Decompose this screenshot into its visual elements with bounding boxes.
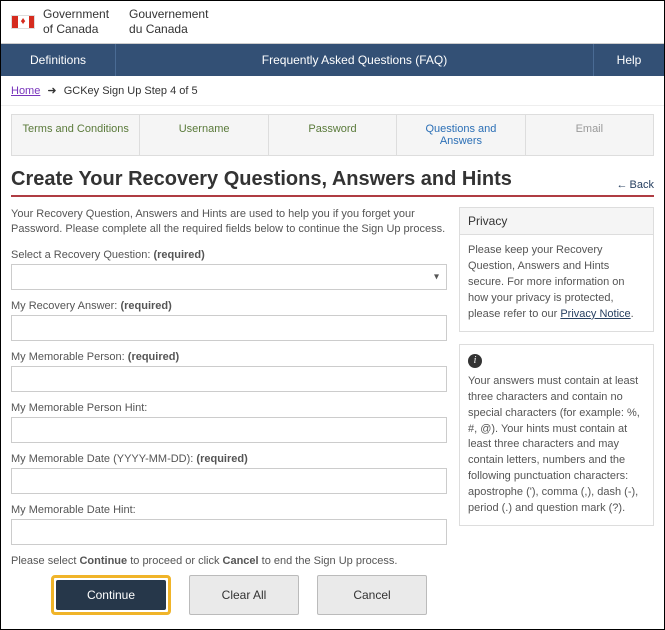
page-title: Create Your Recovery Questions, Answers … bbox=[11, 168, 512, 191]
cancel-button[interactable]: Cancel bbox=[317, 575, 427, 615]
continue-button[interactable]: Continue bbox=[56, 580, 166, 610]
breadcrumb-current: GCKey Sign Up Step 4 of 5 bbox=[64, 85, 198, 97]
label-person-hint: My Memorable Person Hint: bbox=[11, 402, 447, 414]
step-questions[interactable]: Questions and Answers bbox=[397, 114, 525, 156]
label-recovery-question: Select a Recovery Question: (required) bbox=[11, 249, 447, 261]
step-password[interactable]: Password bbox=[269, 114, 397, 156]
button-instructions: Please select Continue to proceed or cli… bbox=[11, 555, 447, 567]
main-nav: Definitions Frequently Asked Questions (… bbox=[1, 44, 664, 76]
back-arrow-icon: ← bbox=[617, 179, 628, 191]
recovery-answer-input[interactable] bbox=[11, 315, 447, 341]
nav-definitions[interactable]: Definitions bbox=[1, 44, 116, 76]
privacy-panel: Privacy Please keep your Recovery Questi… bbox=[459, 207, 654, 332]
label-memorable-date: My Memorable Date (YYYY-MM-DD): (require… bbox=[11, 453, 447, 465]
step-terms[interactable]: Terms and Conditions bbox=[11, 114, 140, 156]
memorable-date-hint-input[interactable] bbox=[11, 519, 447, 545]
intro-text: Your Recovery Question, Answers and Hint… bbox=[11, 207, 447, 237]
memorable-person-hint-input[interactable] bbox=[11, 417, 447, 443]
memorable-date-input[interactable] bbox=[11, 468, 447, 494]
memorable-person-input[interactable] bbox=[11, 366, 447, 392]
step-tabs: Terms and Conditions Username Password Q… bbox=[11, 114, 654, 156]
breadcrumb-arrow-icon: ➜ bbox=[47, 85, 56, 97]
clear-all-button[interactable]: Clear All bbox=[189, 575, 299, 615]
label-date-hint: My Memorable Date Hint: bbox=[11, 504, 447, 516]
continue-highlight: Continue bbox=[51, 575, 171, 615]
step-username[interactable]: Username bbox=[140, 114, 268, 156]
label-recovery-answer: My Recovery Answer: (required) bbox=[11, 300, 447, 312]
info-panel: i Your answers must contain at least thr… bbox=[459, 344, 654, 526]
breadcrumb: Home ➜ GCKey Sign Up Step 4 of 5 bbox=[1, 76, 664, 106]
step-email[interactable]: Email bbox=[526, 114, 654, 156]
gov-header: ♦ Governmentof Canada Gouvernementdu Can… bbox=[1, 1, 664, 44]
privacy-notice-link[interactable]: Privacy Notice bbox=[560, 308, 630, 320]
canada-flag-icon: ♦ bbox=[11, 15, 35, 29]
nav-help[interactable]: Help bbox=[594, 44, 664, 76]
gov-name-en: Governmentof Canada bbox=[43, 7, 109, 37]
info-text: Your answers must contain at least three… bbox=[468, 374, 645, 517]
label-memorable-person: My Memorable Person: (required) bbox=[11, 351, 447, 363]
gov-name-fr: Gouvernementdu Canada bbox=[129, 7, 208, 37]
breadcrumb-home-link[interactable]: Home bbox=[11, 85, 40, 97]
privacy-body: Please keep your Recovery Question, Answ… bbox=[460, 235, 653, 331]
back-link[interactable]: ←Back bbox=[617, 179, 654, 191]
info-icon: i bbox=[468, 354, 482, 368]
recovery-question-select[interactable] bbox=[11, 264, 447, 290]
nav-faq[interactable]: Frequently Asked Questions (FAQ) bbox=[116, 44, 594, 76]
privacy-heading: Privacy bbox=[460, 208, 653, 235]
